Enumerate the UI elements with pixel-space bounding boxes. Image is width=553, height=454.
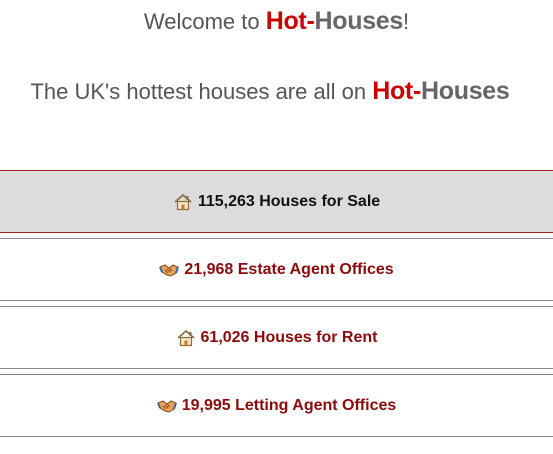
nav-item-inner: 61,026 Houses for Rent [176, 328, 378, 347]
nav-item-label: 61,026 Houses for Rent [200, 328, 378, 346]
welcome-heading: Welcome to Hot-Houses! [0, 6, 553, 37]
tagline-brand-houses: Houses [421, 77, 510, 105]
nav-item-houses-for-sale[interactable]: 115,263 Houses for Sale [0, 170, 553, 233]
page: Welcome to Hot-Houses! The UK's hottest … [0, 0, 553, 454]
tagline-brand-hot: Hot [372, 77, 413, 105]
house-icon [174, 193, 192, 210]
brand-hot: Hot [265, 7, 307, 35]
nav-item-houses-for-rent[interactable]: 61,026 Houses for Rent [0, 306, 553, 369]
handshake-icon [156, 399, 177, 413]
nav-item-letting-agent-offices[interactable]: 19,995 Letting Agent Offices [0, 374, 553, 437]
nav-item-label: 21,968 Estate Agent Offices [184, 260, 394, 278]
brand-logo: Hot-Houses [265, 7, 404, 35]
nav-item-inner: 115,263 Houses for Sale [173, 193, 380, 211]
tagline-brand-logo: Hot-Houses [372, 77, 510, 105]
nav-item-label: 115,263 Houses for Sale [197, 192, 381, 210]
main-nav: 115,263 Houses for Sale 21,968 Estate Ag… [0, 170, 553, 442]
house-icon [176, 329, 195, 346]
brand-dash: - [306, 7, 315, 35]
handshake-icon [159, 263, 180, 277]
tagline: The UK's hottest houses are all on Hot-H… [0, 76, 540, 107]
tagline-text: The UK's hottest houses are all on [30, 79, 373, 104]
nav-item-inner: 21,968 Estate Agent Offices [159, 260, 394, 279]
welcome-suffix: ! [403, 9, 410, 34]
nav-item-estate-agent-offices[interactable]: 21,968 Estate Agent Offices [0, 238, 553, 301]
tagline-brand-dash: - [412, 77, 421, 105]
welcome-prefix: Welcome to [143, 9, 266, 34]
brand-houses: Houses [314, 7, 404, 35]
nav-item-label: 19,995 Letting Agent Offices [181, 396, 397, 414]
nav-item-inner: 19,995 Letting Agent Offices [156, 396, 397, 415]
